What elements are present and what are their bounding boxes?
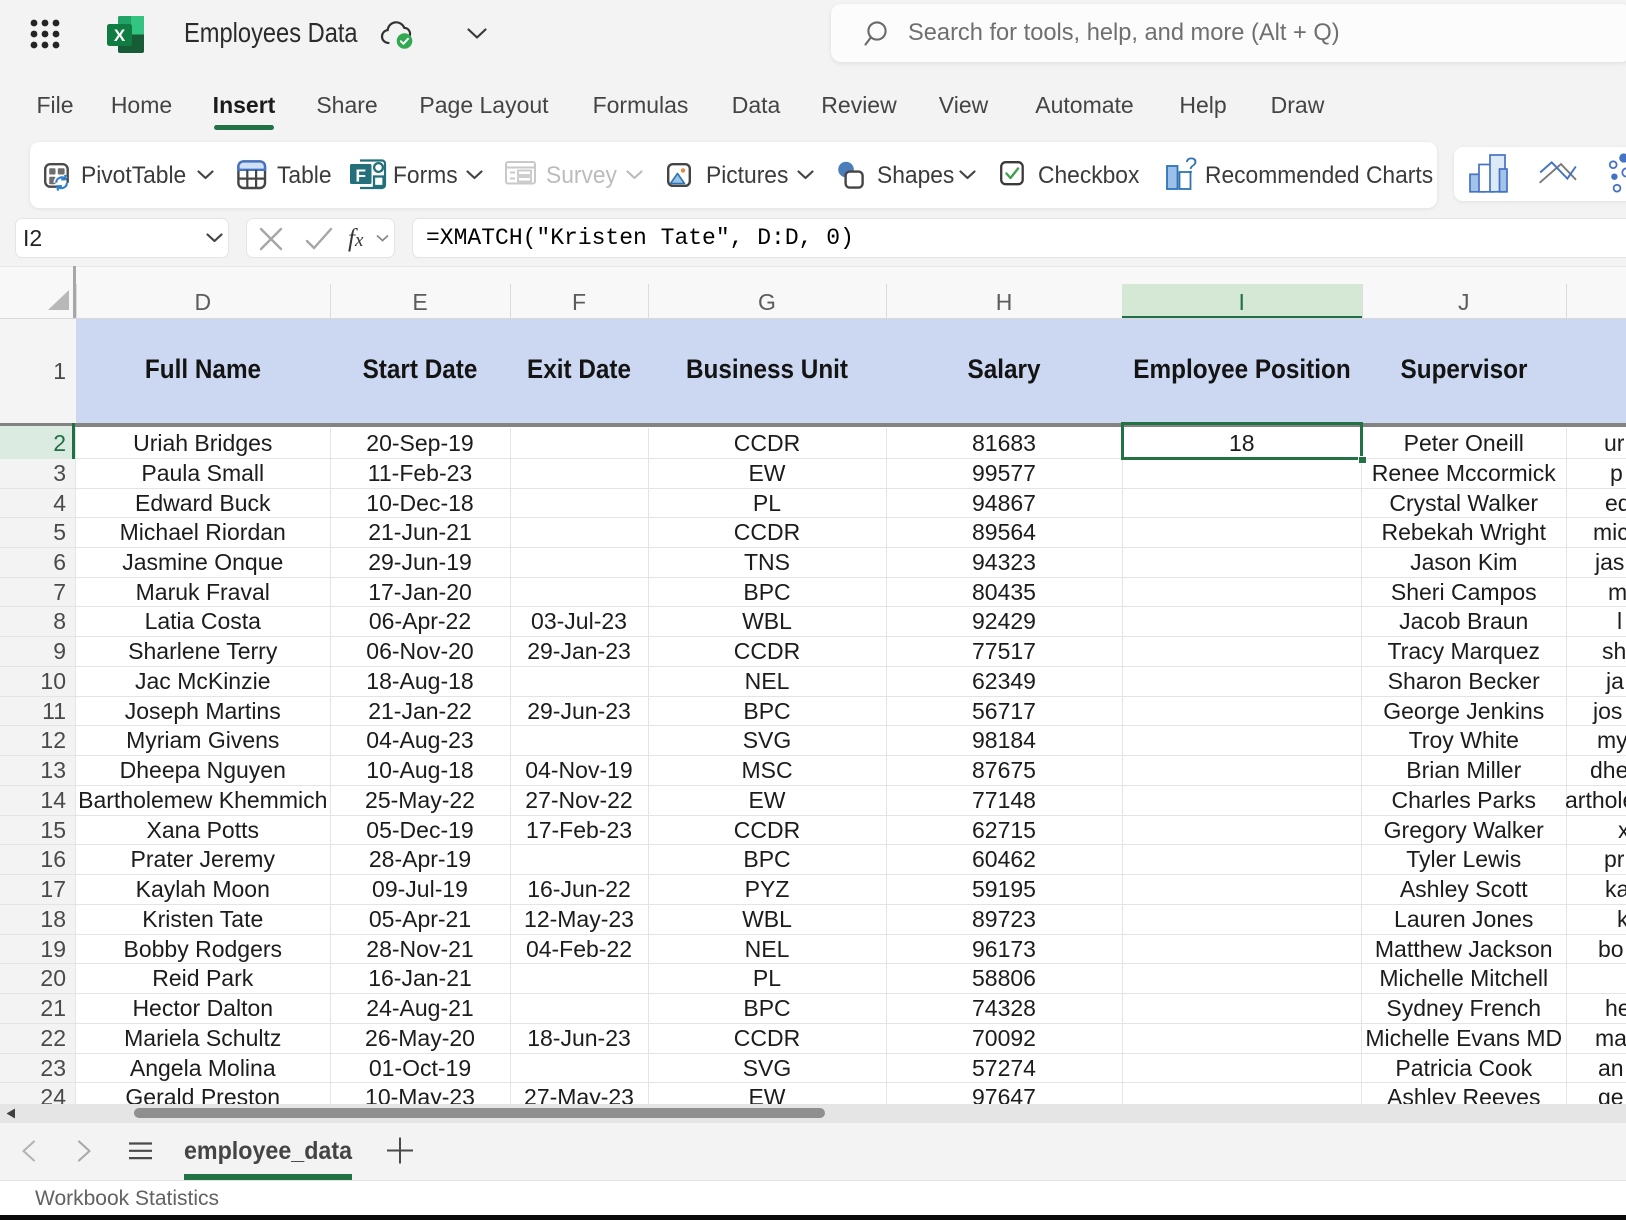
- svg-text:X: X: [114, 26, 126, 45]
- svg-text:?: ?: [1185, 153, 1197, 178]
- svg-text:F: F: [355, 166, 366, 186]
